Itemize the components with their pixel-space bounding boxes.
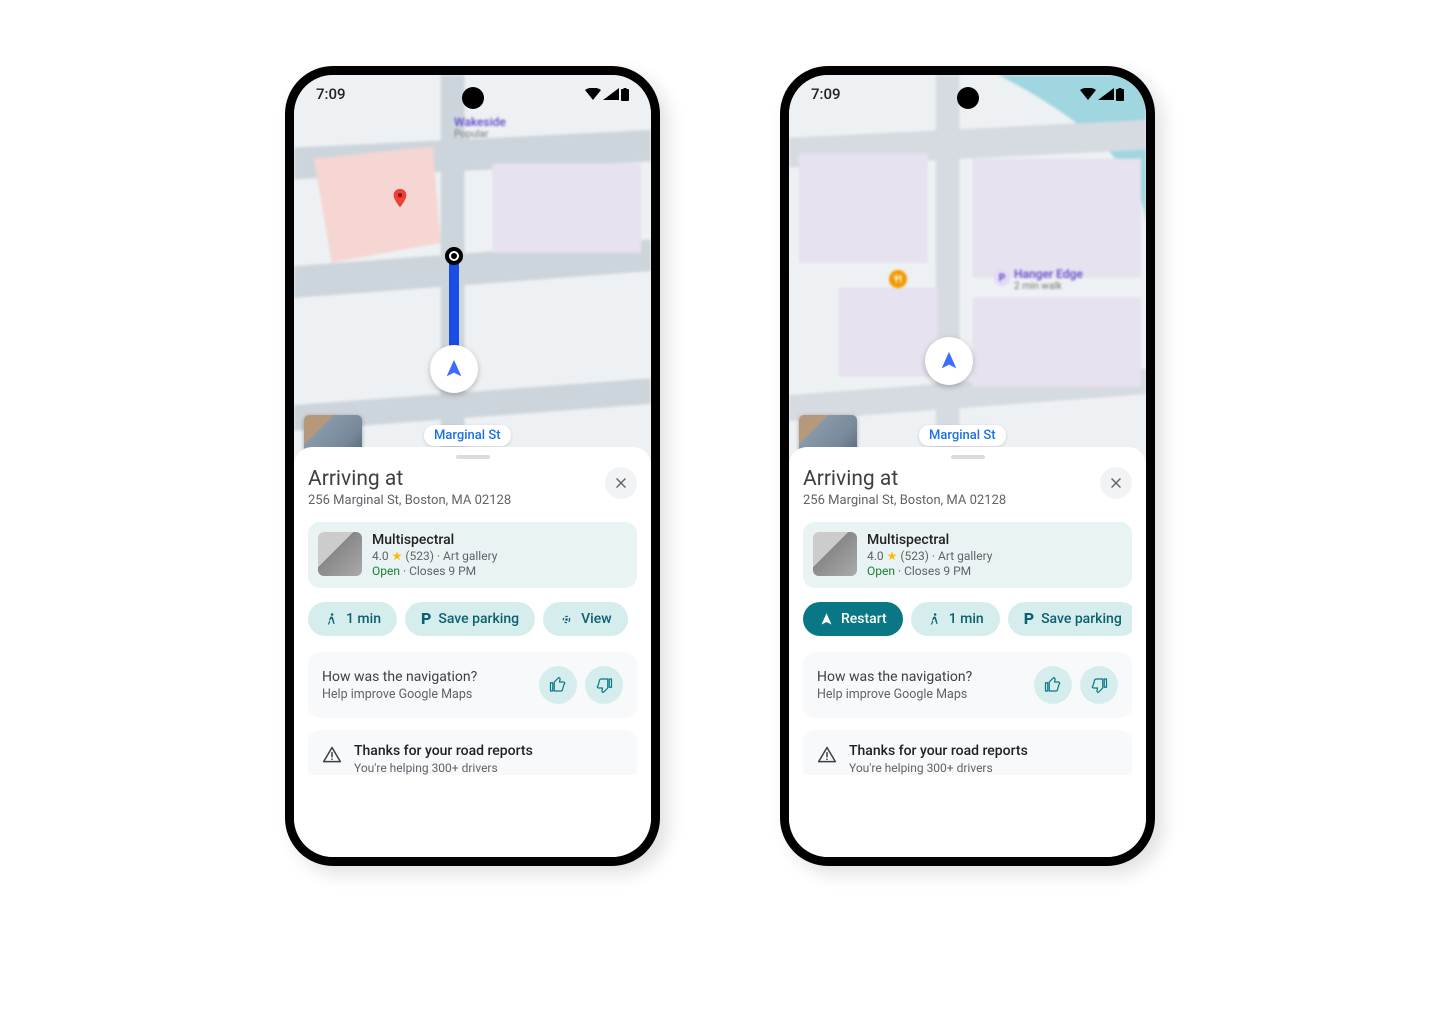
street-label[interactable]: Marginal St — [424, 425, 511, 446]
arrival-bottom-sheet[interactable]: Arriving at 256 Marginal St, Boston, MA … — [789, 447, 1146, 857]
walk-time-chip[interactable]: 1 min — [911, 602, 1000, 636]
sheet-title: Arriving at — [803, 467, 1006, 491]
star-icon: ★ — [887, 549, 898, 563]
thumbs-down-icon — [595, 676, 613, 694]
place-hours: Open · Closes 9 PM — [372, 564, 497, 578]
navigation-arrow-icon — [819, 612, 834, 627]
action-chips-row: Restart 1 min P Save parking — [803, 602, 1132, 636]
thumbs-down-button[interactable] — [585, 666, 623, 704]
place-thumbnail — [813, 532, 857, 576]
status-icons — [1080, 88, 1124, 101]
place-rating-row: 4.0 ★ (523) · Art gallery — [867, 549, 992, 563]
sheet-title: Arriving at — [308, 467, 511, 491]
thumbs-up-button[interactable] — [1034, 666, 1072, 704]
walk-icon — [324, 612, 339, 627]
wifi-icon — [1080, 88, 1096, 100]
battery-icon — [1116, 88, 1124, 101]
close-button[interactable] — [1100, 467, 1132, 499]
poi-label-wakeside[interactable]: Wakeside Popular — [454, 115, 506, 140]
camera-punch-hole — [462, 87, 484, 109]
warning-triangle-icon — [817, 745, 837, 765]
thumbs-up-icon — [1044, 676, 1062, 694]
action-chips-row: 1 min P Save parking View — [308, 602, 637, 636]
restart-chip[interactable]: Restart — [803, 602, 903, 636]
navigation-arrow-icon — [938, 350, 960, 372]
phone-mockup-right: 7:09 P Hanger Edge 2 min walk Marginal S… — [780, 66, 1155, 866]
road-report-card[interactable]: Thanks for your road reports You're help… — [803, 730, 1132, 775]
view-chip[interactable]: View — [543, 602, 628, 636]
status-icons — [585, 88, 629, 101]
report-subtitle: You're helping 300+ drivers — [849, 761, 1028, 775]
parking-poi-icon[interactable]: P — [994, 270, 1010, 286]
place-thumbnail — [318, 532, 362, 576]
status-time: 7:09 — [811, 85, 841, 103]
feedback-title: How was the navigation? — [817, 669, 972, 685]
wifi-icon — [585, 88, 601, 100]
star-icon: ★ — [392, 549, 403, 563]
place-rating-row: 4.0 ★ (523) · Art gallery — [372, 549, 497, 563]
arrival-bottom-sheet[interactable]: Arriving at 256 Marginal St, Boston, MA … — [294, 447, 651, 857]
destination-pin-icon[interactable] — [389, 187, 411, 209]
battery-icon — [621, 88, 629, 101]
close-button[interactable] — [605, 467, 637, 499]
signal-icon — [603, 88, 619, 100]
walk-icon — [927, 612, 942, 627]
report-title: Thanks for your road reports — [849, 743, 1028, 759]
current-location-indicator[interactable] — [925, 337, 973, 385]
place-name: Multispectral — [372, 532, 497, 548]
warning-triangle-icon — [322, 745, 342, 765]
feedback-card: How was the navigation? Help improve Goo… — [308, 652, 637, 718]
poi-label-hanger-edge[interactable]: Hanger Edge 2 min walk — [1014, 267, 1083, 292]
road-report-card[interactable]: Thanks for your road reports You're help… — [308, 730, 637, 775]
feedback-title: How was the navigation? — [322, 669, 477, 685]
close-icon — [1109, 476, 1123, 490]
phone-mockup-left: 7:09 Wakeside Popular Marginal St — [285, 66, 660, 866]
report-subtitle: You're helping 300+ drivers — [354, 761, 533, 775]
current-location-indicator[interactable] — [430, 345, 478, 393]
place-card[interactable]: Multispectral 4.0 ★ (523) · Art gallery … — [308, 522, 637, 588]
thumbs-down-button[interactable] — [1080, 666, 1118, 704]
sheet-drag-handle[interactable] — [951, 455, 985, 459]
sheet-drag-handle[interactable] — [456, 455, 490, 459]
thumbs-up-button[interactable] — [539, 666, 577, 704]
status-time: 7:09 — [316, 85, 346, 103]
feedback-card: How was the navigation? Help improve Goo… — [803, 652, 1132, 718]
camera-punch-hole — [957, 87, 979, 109]
navigation-arrow-icon — [443, 358, 465, 380]
thumbs-down-icon — [1090, 676, 1108, 694]
sheet-address: 256 Marginal St, Boston, MA 02128 — [803, 493, 1006, 508]
feedback-subtitle: Help improve Google Maps — [817, 687, 972, 702]
signal-icon — [1098, 88, 1114, 100]
route-end-dot-icon — [445, 247, 463, 265]
report-title: Thanks for your road reports — [354, 743, 533, 759]
sheet-address: 256 Marginal St, Boston, MA 02128 — [308, 493, 511, 508]
close-icon — [614, 476, 628, 490]
save-parking-chip[interactable]: P Save parking — [1008, 602, 1132, 636]
place-hours: Open · Closes 9 PM — [867, 564, 992, 578]
walk-time-chip[interactable]: 1 min — [308, 602, 397, 636]
feedback-subtitle: Help improve Google Maps — [322, 687, 477, 702]
place-name: Multispectral — [867, 532, 992, 548]
thumbs-up-icon — [549, 676, 567, 694]
save-parking-chip[interactable]: P Save parking — [405, 602, 535, 636]
place-card[interactable]: Multispectral 4.0 ★ (523) · Art gallery … — [803, 522, 1132, 588]
view-360-icon — [559, 612, 574, 627]
street-label[interactable]: Marginal St — [919, 425, 1006, 446]
restaurant-poi-icon[interactable] — [889, 270, 907, 288]
